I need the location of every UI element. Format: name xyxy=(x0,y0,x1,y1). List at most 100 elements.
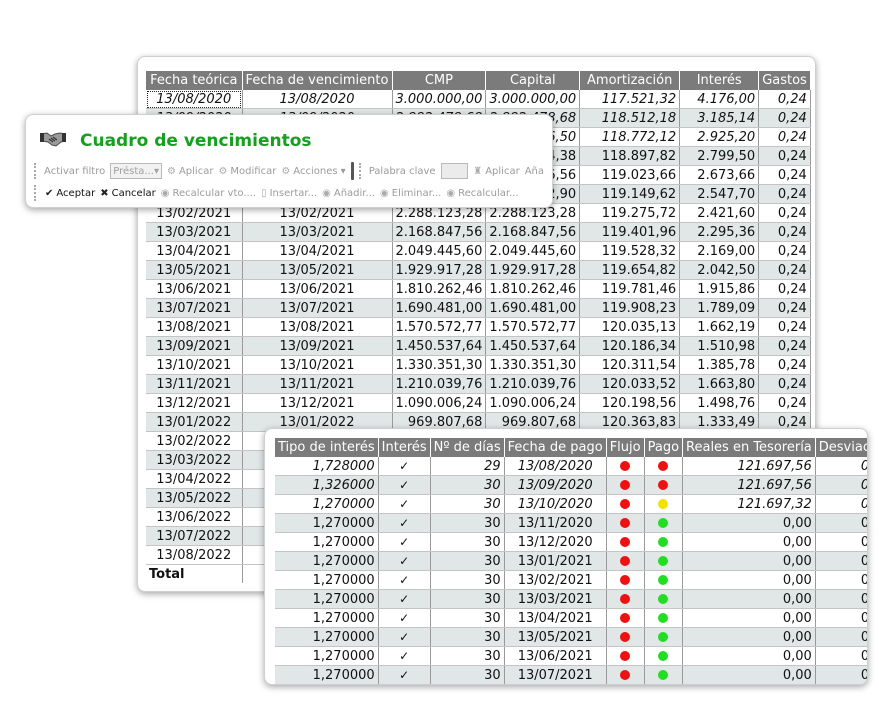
modify-filter-button[interactable]: ⚙ Modificar xyxy=(218,166,276,177)
table-cell[interactable]: 1.330.351,30 xyxy=(485,355,581,375)
interest-check-cell[interactable]: ✓ xyxy=(378,646,431,666)
table-cell[interactable]: 1.810.262,46 xyxy=(392,279,487,299)
add-button[interactable]: ◉ Añadir... xyxy=(322,188,375,199)
table-cell[interactable]: 120.198,56 xyxy=(579,393,681,413)
table-row[interactable]: 1,728000✓2913/08/2020 121.697,560,00 xyxy=(275,457,867,476)
payment-date-cell[interactable]: 13/02/2021 xyxy=(504,570,607,590)
payment-status-cell[interactable] xyxy=(644,646,684,666)
interest-rate-cell[interactable]: 1,270000 xyxy=(275,665,379,684)
table-cell[interactable]: 13/06/2022 xyxy=(146,507,243,527)
interest-check-cell[interactable]: ✓ xyxy=(378,513,431,533)
cancel-button[interactable]: ✖ Cancelar xyxy=(100,188,156,199)
treasury-amount-cell[interactable]: 121.697,56 xyxy=(682,457,816,476)
table-row[interactable]: 13/06/2021 13/06/2021 1.810.262,46 1.810.26… xyxy=(146,279,811,299)
table-cell[interactable]: 1.385,78 xyxy=(679,355,760,375)
flow-status-cell[interactable] xyxy=(606,457,645,476)
table-cell[interactable]: 13/03/2021 xyxy=(146,222,243,242)
column-header[interactable]: Fecha de vencimiento xyxy=(242,71,393,90)
payment-status-cell[interactable] xyxy=(644,494,684,514)
table-cell[interactable]: 13/07/2022 xyxy=(146,526,243,546)
table-cell[interactable]: 2.799,50 xyxy=(679,146,760,166)
toolbar-overflow-button[interactable] xyxy=(350,162,354,180)
table-cell[interactable]: 13/08/2020 xyxy=(146,90,243,109)
interest-rate-cell[interactable]: 1,270000 xyxy=(275,627,379,647)
interest-check-cell[interactable]: ✓ xyxy=(378,570,431,590)
table-cell[interactable]: 119.023,66 xyxy=(579,165,681,185)
deviation-cell[interactable]: 0,00 xyxy=(815,570,867,590)
table-cell[interactable]: 119.149,62 xyxy=(579,184,681,204)
flow-status-cell[interactable] xyxy=(606,494,645,514)
treasury-amount-cell[interactable]: 0,00 xyxy=(682,513,816,533)
table-cell[interactable]: 4.176,00 xyxy=(679,90,760,109)
table-cell[interactable]: 0,24 xyxy=(758,146,811,166)
table-cell[interactable]: 1.789,09 xyxy=(679,298,760,318)
payment-date-cell[interactable]: 13/06/2021 xyxy=(504,646,607,666)
table-cell[interactable]: 2.547,70 xyxy=(679,184,760,204)
payment-status-cell[interactable] xyxy=(644,570,684,590)
table-cell[interactable]: 13/07/2021 xyxy=(242,298,393,318)
table-cell[interactable]: 13/03/2022 xyxy=(146,450,243,470)
table-cell[interactable]: 13/04/2021 xyxy=(146,241,243,261)
treasury-amount-cell[interactable]: 0,00 xyxy=(682,532,816,552)
table-row[interactable]: 1,326000✓3013/09/2020 121.697,560,00 xyxy=(275,475,867,495)
days-cell[interactable]: 30 xyxy=(430,494,505,514)
table-row[interactable]: 1,270000✓3013/11/2020 0,000,00 xyxy=(275,513,867,533)
column-header[interactable]: Reales en Tesorería xyxy=(682,438,816,457)
table-cell[interactable]: 118.512,18 xyxy=(579,108,681,128)
table-cell[interactable]: 13/08/2022 xyxy=(146,545,243,565)
payment-status-cell[interactable] xyxy=(644,627,684,647)
table-row[interactable]: 1,270000✓3013/02/2021 0,000,00 xyxy=(275,570,867,590)
interest-check-cell[interactable]: ✓ xyxy=(378,457,431,476)
column-header[interactable]: Interés xyxy=(679,71,760,90)
column-header[interactable]: Pago xyxy=(644,438,684,457)
table-cell[interactable]: 13/08/2020 xyxy=(242,90,393,109)
table-row[interactable]: 13/03/2021 13/03/2021 2.168.847,56 2.168.84… xyxy=(146,222,811,242)
table-cell[interactable]: 1.929.917,28 xyxy=(485,260,581,280)
table-cell[interactable]: 2.049.445,60 xyxy=(392,241,487,261)
flow-status-cell[interactable] xyxy=(606,627,645,647)
toolbar-grip[interactable] xyxy=(34,163,37,179)
table-cell[interactable]: 1.810.262,46 xyxy=(485,279,581,299)
table-cell[interactable]: 120.035,13 xyxy=(579,317,681,337)
payment-date-cell[interactable]: 13/11/2020 xyxy=(504,513,607,533)
filter-combo[interactable]: Présta... ▾ xyxy=(110,163,162,179)
table-cell[interactable]: 117.521,32 xyxy=(579,90,681,109)
table-cell[interactable]: 13/10/2021 xyxy=(242,355,393,375)
recalculate-maturity-button[interactable]: ◉ Recalcular vto.... xyxy=(161,188,256,199)
table-row[interactable]: 13/07/2021 13/07/2021 1.690.481,00 1.690.48… xyxy=(146,298,811,318)
interest-rate-cell[interactable]: 1,270000 xyxy=(275,513,379,533)
deviation-cell[interactable]: 0,00 xyxy=(815,532,867,552)
interest-check-cell[interactable]: ✓ xyxy=(378,627,431,647)
flow-status-cell[interactable] xyxy=(606,589,645,609)
table-cell[interactable]: 119.275,72 xyxy=(579,203,681,223)
interest-rate-cell[interactable]: 1,270000 xyxy=(275,551,379,571)
table-cell[interactable]: 0,24 xyxy=(758,393,811,413)
days-cell[interactable]: 30 xyxy=(430,513,505,533)
treasury-amount-cell[interactable]: 0,00 xyxy=(682,665,816,684)
table-cell[interactable]: 0,24 xyxy=(758,108,811,128)
table-cell[interactable]: 2.042,50 xyxy=(679,260,760,280)
table-cell[interactable]: 0,24 xyxy=(758,298,811,318)
toolbar-grip[interactable] xyxy=(34,185,38,201)
keyword-input[interactable] xyxy=(440,163,469,179)
recalculate-button[interactable]: ◉ Recalcular... xyxy=(446,188,518,199)
days-cell[interactable]: 30 xyxy=(430,589,505,609)
table-cell[interactable]: 0,24 xyxy=(758,374,811,394)
table-row[interactable]: 1,270000✓3013/04/2021 0,000,00 xyxy=(275,608,867,628)
table-cell[interactable]: 1.510,98 xyxy=(679,336,760,356)
table-cell[interactable]: 0,24 xyxy=(758,203,811,223)
payment-status-cell[interactable] xyxy=(644,532,684,552)
interest-rate-cell[interactable]: 1,270000 xyxy=(275,532,379,552)
table-cell[interactable]: 0,24 xyxy=(758,241,811,261)
column-header[interactable]: Flujo xyxy=(606,438,645,457)
flow-status-cell[interactable] xyxy=(606,570,645,590)
table-cell[interactable]: 2.673,66 xyxy=(679,165,760,185)
table-cell[interactable]: 120.033,52 xyxy=(579,374,681,394)
treasury-amount-cell[interactable]: 0,00 xyxy=(682,646,816,666)
table-cell[interactable]: 13/11/2021 xyxy=(242,374,393,394)
payment-date-cell[interactable]: 13/10/2020 xyxy=(504,494,607,514)
table-cell[interactable]: 0,24 xyxy=(758,222,811,242)
interest-check-cell[interactable]: ✓ xyxy=(378,551,431,571)
flow-status-cell[interactable] xyxy=(606,608,645,628)
payment-status-cell[interactable] xyxy=(644,608,684,628)
